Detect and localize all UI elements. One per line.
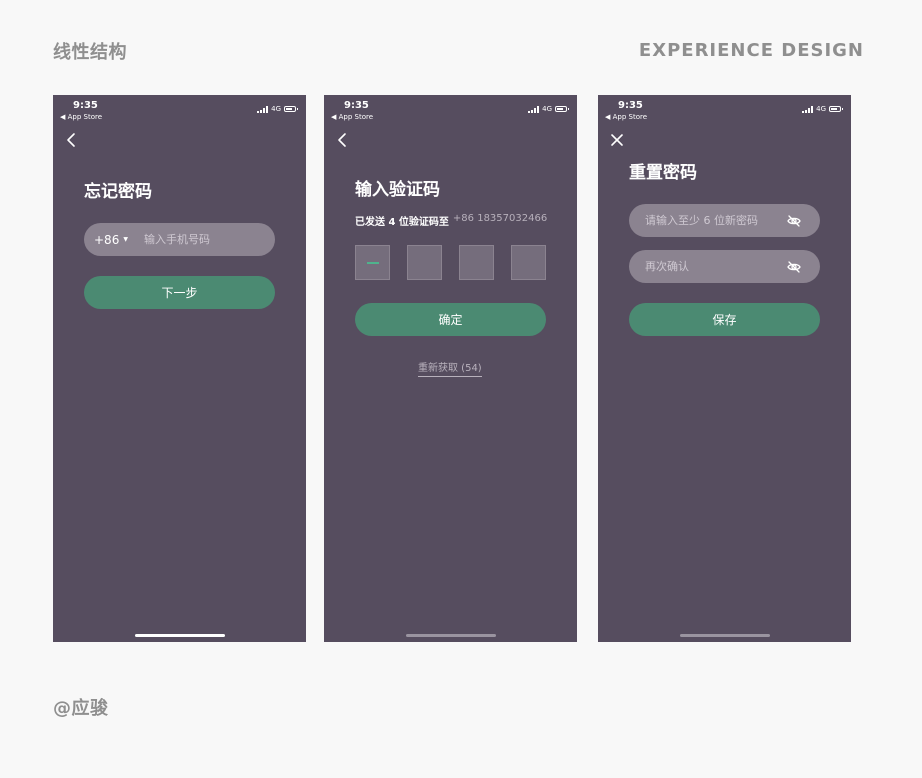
new-password-field[interactable] — [629, 204, 820, 237]
author-credit: @应骏 — [53, 698, 109, 719]
home-indicator — [406, 634, 496, 637]
back-chevron-icon[interactable] — [63, 131, 81, 149]
country-code-label: +86 — [94, 232, 120, 247]
eye-off-icon[interactable] — [786, 259, 802, 275]
verify-code-screen: 9:35 ◀ App Store 4G 输入验证码 已发送 4 位验证码至 +8… — [324, 95, 577, 642]
confirm-button[interactable]: 确定 — [355, 303, 546, 336]
battery-icon — [284, 106, 298, 112]
network-label: 4G — [816, 105, 826, 113]
save-button[interactable]: 保存 — [629, 303, 820, 336]
screen-title: 输入验证码 — [355, 180, 440, 200]
status-time: 9:35 — [618, 100, 643, 111]
status-back-app[interactable]: ◀ App Store — [331, 113, 373, 121]
network-label: 4G — [542, 105, 552, 113]
country-code-selector[interactable]: +86 ▼ — [94, 233, 128, 247]
back-chevron-icon[interactable] — [334, 131, 352, 149]
code-sent-phone: +86 18357032466 — [452, 213, 548, 224]
status-back-app[interactable]: ◀ App Store — [605, 113, 647, 121]
input-cursor — [367, 262, 379, 264]
status-indicators: 4G — [528, 105, 569, 113]
signal-icon — [802, 105, 814, 113]
status-time: 9:35 — [344, 100, 369, 111]
code-digit-box[interactable] — [459, 245, 494, 280]
caret-down-icon: ▼ — [123, 236, 128, 243]
status-indicators: 4G — [802, 105, 843, 113]
battery-icon — [555, 106, 569, 112]
resend-code-link[interactable]: 重新获取 (54) — [418, 359, 482, 377]
status-time: 9:35 — [73, 100, 98, 111]
screen-title: 重置密码 — [629, 163, 697, 183]
signal-icon — [257, 105, 269, 113]
home-indicator — [680, 634, 770, 637]
phone-number-input[interactable] — [143, 233, 264, 246]
reset-password-screen: 9:35 ◀ App Store 4G 重置密码 保存 — [598, 95, 851, 642]
screen-title: 忘记密码 — [84, 182, 152, 202]
code-digit-box[interactable] — [407, 245, 442, 280]
page-title: 线性结构 — [53, 42, 127, 63]
code-digit-box[interactable] — [355, 245, 390, 280]
code-sent-label: 已发送 4 位验证码至 — [355, 217, 449, 228]
forgot-password-screen: 9:35 ◀ App Store 4G 忘记密码 +86 ▼ 下一步 — [53, 95, 306, 642]
page-subtitle: EXPERIENCE DESIGN — [638, 40, 864, 61]
next-step-button[interactable]: 下一步 — [84, 276, 275, 309]
code-digit-box[interactable] — [511, 245, 546, 280]
status-back-app[interactable]: ◀ App Store — [60, 113, 102, 121]
signal-icon — [528, 105, 540, 113]
home-indicator — [135, 634, 225, 637]
new-password-input[interactable] — [645, 214, 775, 227]
phone-number-field[interactable]: +86 ▼ — [84, 223, 275, 256]
confirm-password-field[interactable] — [629, 250, 820, 283]
code-sent-notice: 已发送 4 位验证码至 +86 18357032466 — [355, 213, 547, 228]
status-indicators: 4G — [257, 105, 298, 113]
battery-icon — [829, 106, 843, 112]
close-icon[interactable] — [608, 131, 626, 149]
network-label: 4G — [271, 105, 281, 113]
confirm-password-input[interactable] — [645, 260, 775, 273]
eye-off-icon[interactable] — [786, 213, 802, 229]
